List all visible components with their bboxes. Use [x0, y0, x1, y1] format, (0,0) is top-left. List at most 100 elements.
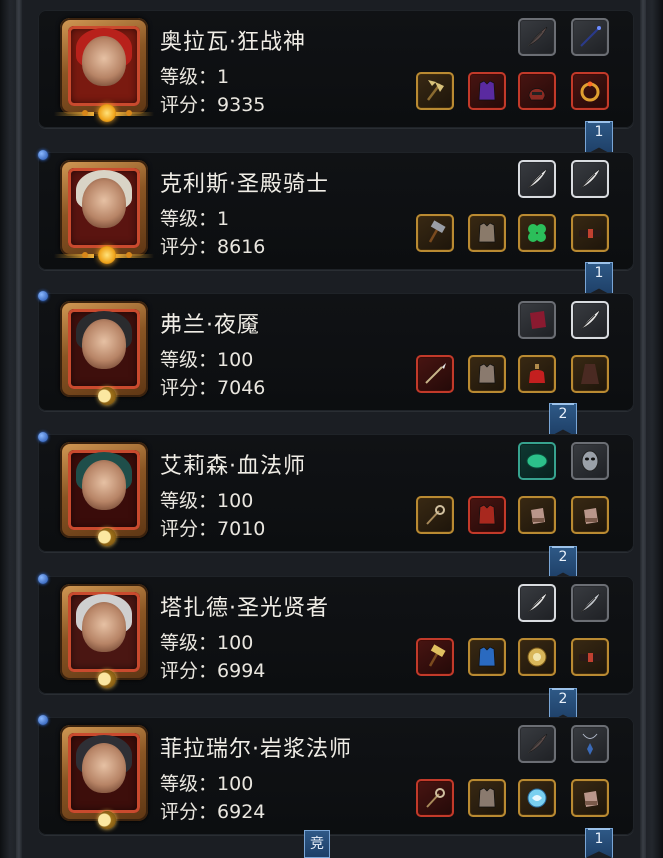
score-label: 评分： — [160, 94, 218, 116]
equipment-slot[interactable] — [468, 779, 506, 817]
equipment-slot[interactable] — [518, 72, 556, 110]
equipment-slot[interactable] — [468, 72, 506, 110]
equipment-slot[interactable] — [416, 72, 454, 110]
rank-flag-bar — [588, 262, 610, 264]
hero-name: 奥拉瓦·狂战神 — [160, 30, 306, 55]
dark-wand-icon — [577, 24, 603, 50]
equipment-slot[interactable] — [518, 18, 556, 56]
gold-wing-right — [114, 112, 154, 116]
rank-flag-label: 2 — [558, 549, 568, 565]
hero-portrait[interactable] — [60, 584, 148, 688]
blue-gem-icon — [38, 291, 48, 301]
equipment-slot[interactable] — [571, 301, 609, 339]
equipment-slot[interactable] — [571, 638, 609, 676]
equipment-slot[interactable] — [571, 355, 609, 393]
equipment-slot[interactable] — [518, 214, 556, 252]
hero-card[interactable]: 奥拉瓦·狂战神 等级：1 评分：9335 — [38, 10, 634, 128]
equipment-slot[interactable] — [571, 584, 609, 622]
purple-armor-icon — [474, 78, 500, 104]
dark-cloak-icon — [577, 361, 603, 387]
gold-wing-left — [54, 112, 94, 116]
score-label: 评分： — [160, 377, 218, 399]
dark-feather-icon — [524, 731, 550, 757]
equipment-slot[interactable] — [571, 160, 609, 198]
hero-card[interactable]: 克利斯·圣殿骑士 等级：1 评分：8616 — [38, 150, 634, 270]
equipment-slot[interactable] — [571, 496, 609, 534]
equipment-slot[interactable] — [416, 779, 454, 817]
equipment-slot[interactable] — [518, 638, 556, 676]
equipment-slot[interactable] — [518, 725, 556, 763]
arena-tab[interactable]: 竞 — [304, 830, 330, 858]
sun-badge-icon — [98, 246, 116, 264]
level-value: 100 — [217, 349, 254, 371]
hero-portrait[interactable] — [60, 442, 148, 546]
hero-card[interactable]: 艾莉森·血法师 等级：100 评分：7010 — [38, 432, 634, 552]
dark-feather-icon — [524, 24, 550, 50]
hero-card[interactable]: 弗兰·夜魇 等级：100 评分：7046 — [38, 291, 634, 411]
gold-ring-icon — [577, 78, 603, 104]
equipment-slot[interactable] — [518, 496, 556, 534]
equipment-slot[interactable] — [518, 355, 556, 393]
hero-portrait[interactable] — [60, 725, 148, 829]
equipment-slot[interactable] — [571, 725, 609, 763]
hero-name: 菲拉瑞尔·岩浆法师 — [160, 737, 352, 762]
red-robe-icon — [474, 502, 500, 528]
hero-card[interactable]: 塔扎德·圣光贤者 等级：100 评分：6994 — [38, 574, 634, 694]
gauntlet-icon — [577, 785, 603, 811]
equipment-slot[interactable] — [518, 160, 556, 198]
equipment-slot[interactable] — [571, 18, 609, 56]
hero-card[interactable]: 菲拉瑞尔·岩浆法师 等级：100 评分：6924 — [38, 715, 634, 835]
equipment-slot[interactable] — [416, 638, 454, 676]
silver-feather-icon — [577, 590, 603, 616]
leather-armor-icon — [474, 785, 500, 811]
level-value: 100 — [217, 490, 254, 512]
moon-badge-icon — [98, 811, 116, 829]
score-value: 7046 — [217, 377, 266, 399]
equipment-slot[interactable] — [518, 779, 556, 817]
equipment-slot[interactable] — [571, 779, 609, 817]
hero-face — [82, 36, 126, 86]
rank-flag-label: 1 — [594, 265, 604, 281]
equipment-slot[interactable] — [571, 214, 609, 252]
score-value: 8616 — [217, 236, 266, 258]
rank-flag-bar — [552, 688, 574, 690]
equipment-slot[interactable] — [468, 214, 506, 252]
level-label: 等级： — [160, 773, 218, 795]
equipment-slot[interactable] — [518, 584, 556, 622]
portrait-frame — [68, 26, 140, 106]
equipment-slot[interactable] — [468, 496, 506, 534]
hero-level: 等级：100 — [160, 486, 253, 513]
hero-score: 评分：7010 — [160, 514, 265, 541]
blue-gem-icon — [38, 574, 48, 584]
equipment-slot[interactable] — [468, 355, 506, 393]
equipment-slot[interactable] — [468, 638, 506, 676]
green-gem-icon — [524, 448, 550, 474]
gauntlet-icon — [577, 502, 603, 528]
equipment-slot[interactable] — [416, 214, 454, 252]
equipment-slot[interactable] — [571, 72, 609, 110]
hero-portrait[interactable] — [54, 18, 154, 122]
equipment-slot[interactable] — [416, 355, 454, 393]
dark-belt-icon — [577, 644, 603, 670]
moon-badge-icon — [98, 670, 116, 688]
hero-portrait[interactable] — [60, 301, 148, 405]
red-potion-icon — [524, 361, 550, 387]
hero-score: 评分：6924 — [160, 797, 265, 824]
green-clover-icon — [524, 220, 550, 246]
portrait-frame — [68, 450, 140, 530]
hero-portrait[interactable] — [54, 160, 154, 264]
rank-flag-bar — [552, 403, 574, 405]
equipment-slot[interactable] — [518, 301, 556, 339]
rank-flag-label: 2 — [558, 691, 568, 707]
white-feather-icon — [524, 590, 550, 616]
hero-face — [82, 178, 126, 228]
level-value: 100 — [217, 773, 254, 795]
equipment-slot[interactable] — [571, 442, 609, 480]
war-hammer-icon — [422, 220, 448, 246]
equipment-slot[interactable] — [518, 442, 556, 480]
hero-name: 弗兰·夜魇 — [160, 313, 260, 338]
equipment-slot[interactable] — [416, 496, 454, 534]
spear-icon — [422, 361, 448, 387]
level-value: 1 — [217, 66, 230, 88]
score-value: 7010 — [217, 518, 266, 540]
